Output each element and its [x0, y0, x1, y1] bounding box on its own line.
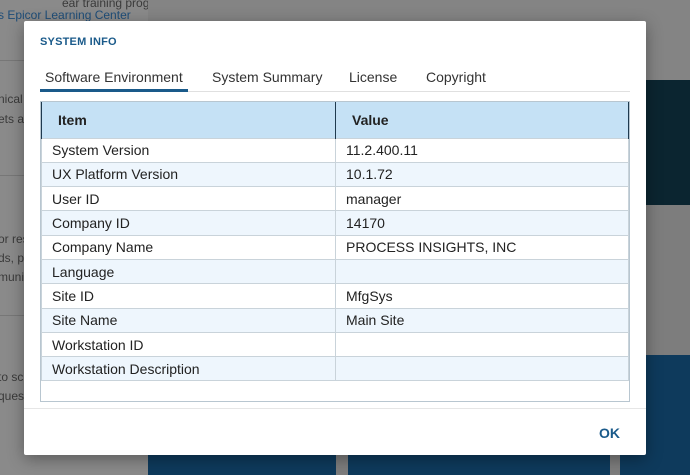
tab-label: System Summary: [212, 69, 323, 85]
background-blue-tile: [348, 455, 610, 475]
value-cell: manager: [335, 186, 629, 212]
column-header-value[interactable]: Value: [335, 102, 629, 138]
dialog-title: SYSTEM INFO: [40, 36, 117, 48]
tab-bar: Software Environment System Summary Lice…: [40, 66, 630, 92]
table-row[interactable]: UX Platform Version 10.1.72: [41, 161, 629, 188]
table-row[interactable]: Workstation ID: [41, 331, 629, 358]
table-row[interactable]: Company Name PROCESS INSIGHTS, INC: [41, 234, 629, 260]
value-cell: 11.2.400.11: [335, 137, 629, 163]
item-cell: Company Name: [41, 234, 336, 260]
table-row[interactable]: Language: [41, 258, 629, 285]
column-header-item[interactable]: Item: [41, 102, 336, 138]
tab-system-summary[interactable]: System Summary: [207, 66, 327, 92]
table-row[interactable]: Site ID MfgSys: [41, 283, 629, 309]
background-text: to sc: [0, 370, 24, 384]
system-info-dialog: SYSTEM INFO Software Environment System …: [24, 21, 646, 455]
background-text: ets a: [0, 112, 25, 126]
item-cell: Company ID: [41, 210, 336, 236]
item-cell: Workstation Description: [41, 356, 336, 382]
table-row[interactable]: User ID manager: [41, 186, 629, 212]
item-cell: User ID: [41, 186, 336, 212]
value-cell: [335, 356, 629, 382]
table-row[interactable]: Company ID 14170: [41, 210, 629, 236]
system-info-table: Item Value System Version 11.2.400.11 UX …: [40, 101, 630, 402]
table-row[interactable]: Site Name Main Site: [41, 307, 629, 333]
tab-label: Software Environment: [45, 69, 183, 85]
tab-label: Copyright: [426, 69, 486, 85]
item-cell: Site Name: [41, 307, 336, 333]
footer-divider: [24, 408, 646, 409]
ok-button[interactable]: OK: [599, 425, 620, 441]
item-cell: Language: [41, 258, 336, 285]
value-cell: Main Site: [335, 307, 629, 333]
item-cell: UX Platform Version: [41, 161, 336, 188]
background-blue-tile: [148, 455, 336, 475]
item-cell: System Version: [41, 137, 336, 163]
background-text: ds, p: [0, 251, 25, 265]
item-cell: Site ID: [41, 283, 336, 309]
table-header-row: Item Value: [41, 102, 629, 138]
background-text: nical: [0, 92, 23, 106]
tab-license[interactable]: License: [344, 66, 402, 92]
tab-label: License: [349, 69, 398, 85]
value-cell: PROCESS INSIGHTS, INC: [335, 234, 629, 260]
table-row[interactable]: Workstation Description: [41, 356, 629, 382]
background-link: s Epicor Learning Center: [0, 8, 131, 22]
tab-software-environment[interactable]: Software Environment: [40, 66, 188, 92]
table-row[interactable]: System Version 11.2.400.11: [41, 137, 629, 163]
item-cell: Workstation ID: [41, 331, 336, 358]
value-cell: [335, 258, 629, 285]
value-cell: 14170: [335, 210, 629, 236]
value-cell: 10.1.72: [335, 161, 629, 188]
value-cell: MfgSys: [335, 283, 629, 309]
value-cell: [335, 331, 629, 358]
tab-copyright[interactable]: Copyright: [421, 66, 491, 92]
